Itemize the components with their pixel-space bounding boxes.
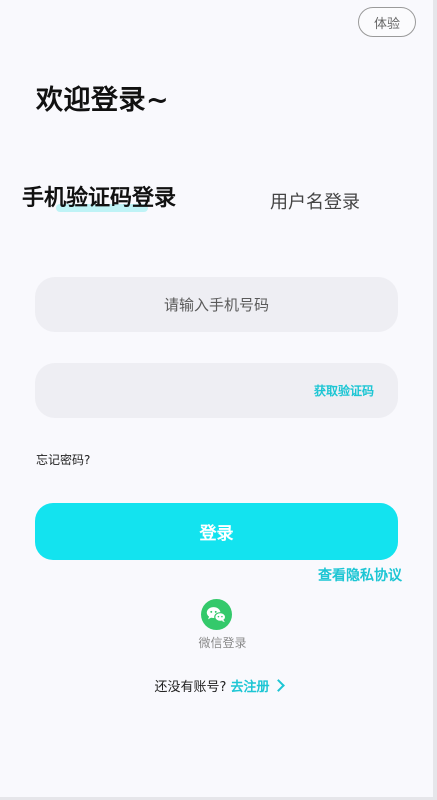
trial-button[interactable]: 体验	[358, 7, 416, 37]
wechat-login-label: 微信登录	[0, 634, 437, 651]
register-prompt: 还没有账号?	[154, 680, 227, 695]
forgot-password-link[interactable]: 忘记密码?	[36, 451, 90, 468]
phone-field[interactable]	[35, 277, 398, 332]
verification-code-input[interactable]	[35, 363, 295, 418]
register-row: 还没有账号? 去注册	[0, 676, 437, 695]
chevron-right-icon	[271, 679, 285, 692]
trial-button-label: 体验	[373, 16, 400, 32]
wechat-login-text: 微信登录	[198, 636, 247, 650]
verification-code-field[interactable]: 获取验证码	[35, 363, 398, 418]
login-button-label: 登录	[199, 524, 234, 544]
login-button[interactable]: 登录	[35, 503, 398, 560]
wechat-icon[interactable]	[201, 599, 232, 630]
welcome-title: 欢迎登录~	[36, 85, 170, 116]
register-link-label: 去注册	[230, 680, 270, 695]
phone-input[interactable]	[35, 277, 398, 332]
window-edge	[433, 0, 437, 800]
get-code-button[interactable]: 获取验证码	[314, 382, 374, 399]
register-link[interactable]: 去注册	[230, 679, 285, 695]
tab-sms-login[interactable]: 手机验证码登录	[22, 180, 176, 212]
tab-username-login[interactable]: 用户名登录	[270, 188, 360, 214]
privacy-policy-link[interactable]: 查看隐私协议	[318, 565, 402, 585]
login-screen: 体验 欢迎登录~ 手机验证码登录 用户名登录 获取验证码 忘记密码? 登录 查看…	[0, 0, 437, 800]
